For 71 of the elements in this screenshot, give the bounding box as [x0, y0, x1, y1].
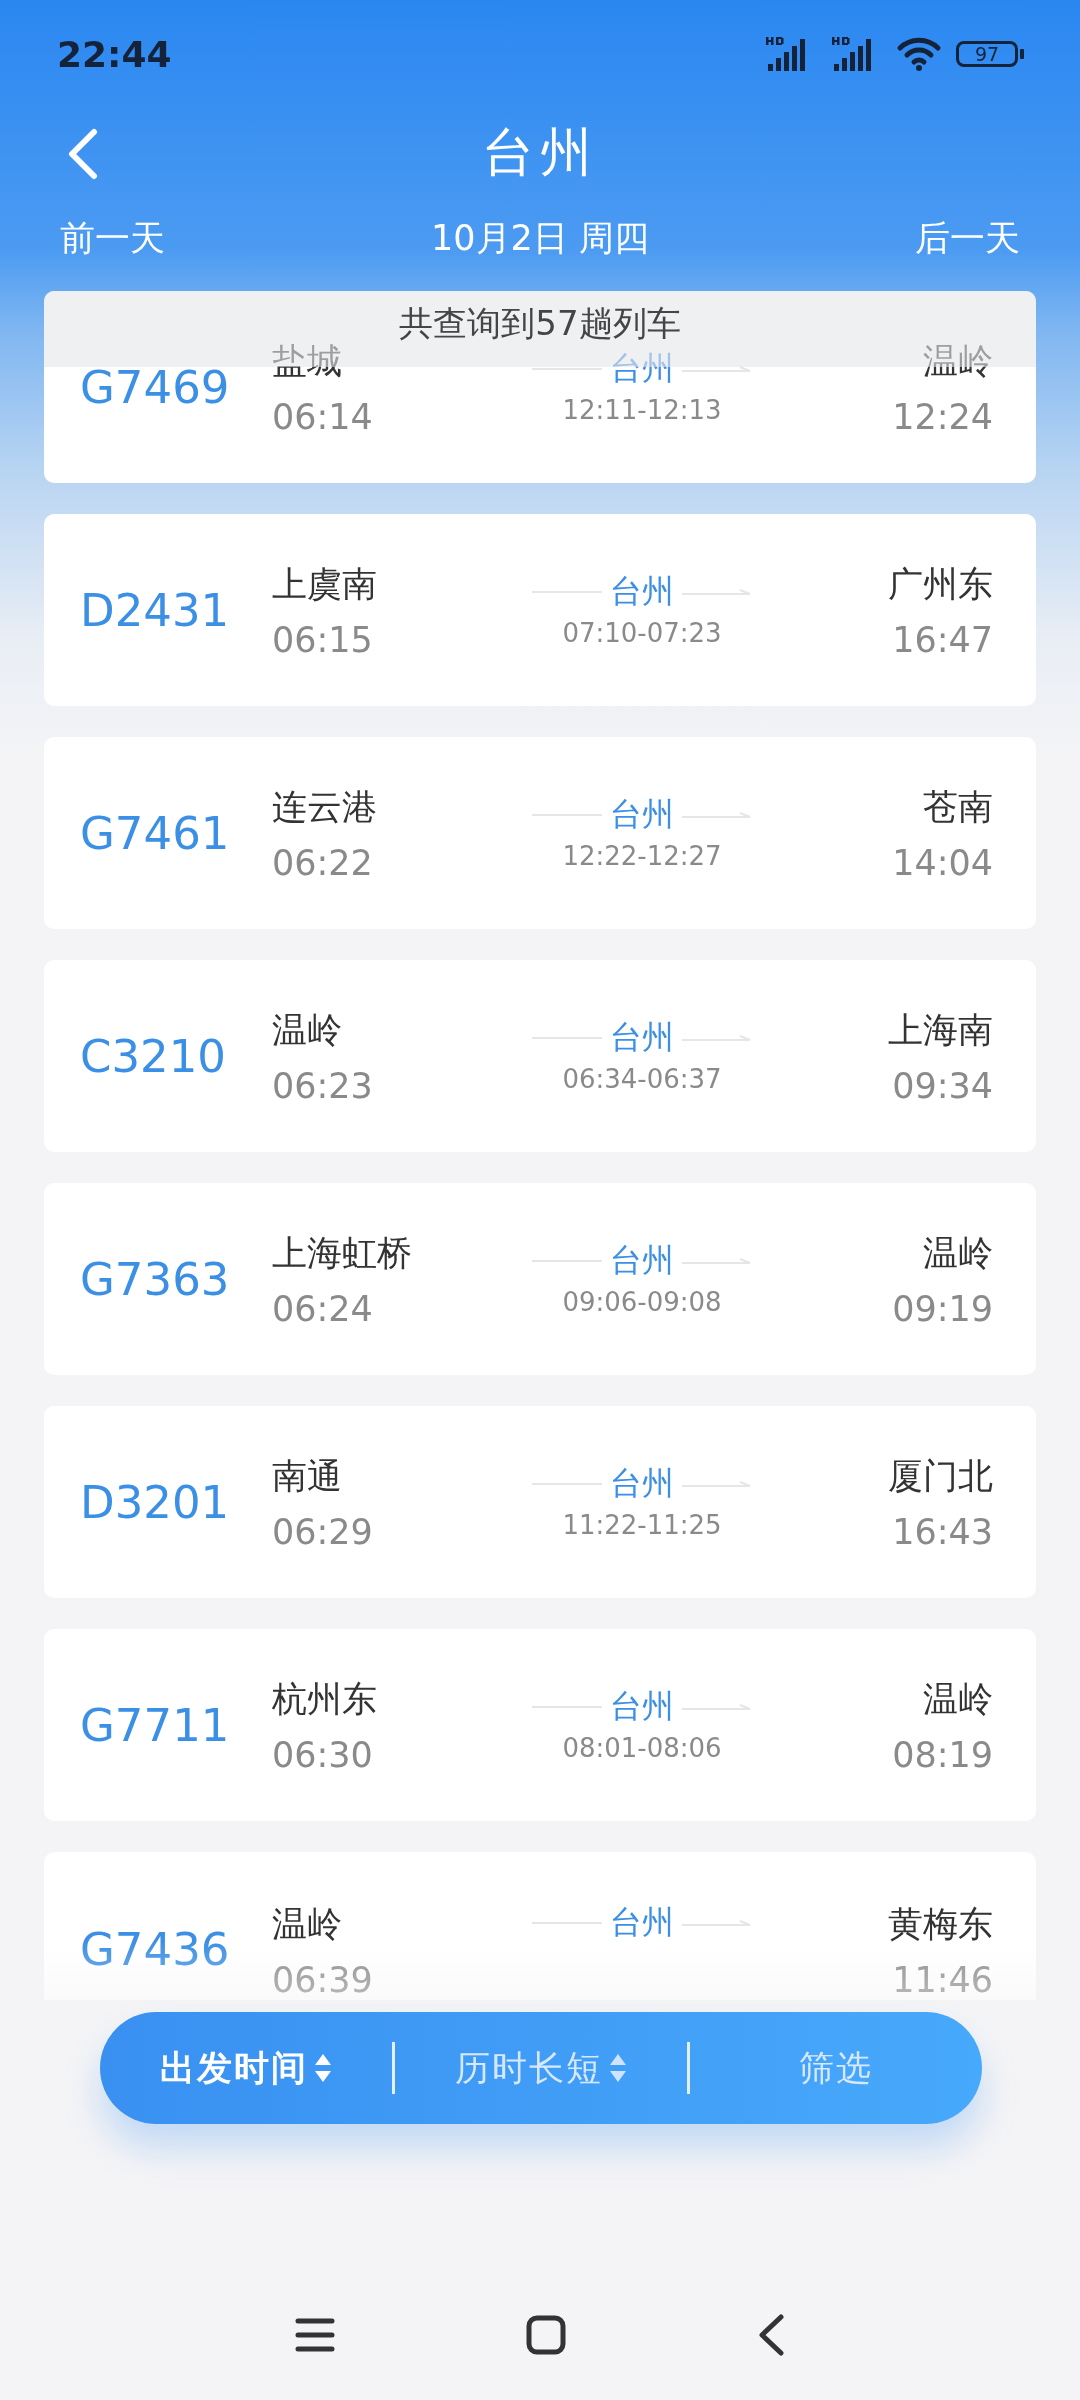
- stop-time: 12:11-12:13: [562, 395, 722, 427]
- origin-station: 温岭: [272, 1903, 343, 1946]
- train-number: G7461: [80, 806, 231, 860]
- destination-station: 苍南: [923, 785, 993, 829]
- arrival-time: 11:46: [892, 1960, 993, 2000]
- train-card[interactable]: C3210 温岭 06:23 台州 06:34-06:37 上海南 09:34: [44, 960, 1036, 1152]
- origin-station: 杭州东: [272, 1677, 378, 1721]
- home-button[interactable]: [526, 2315, 566, 2355]
- arrival-time: 12:24: [892, 396, 993, 437]
- arrival-time: 08:19: [892, 1734, 993, 1775]
- arrival-time: 09:34: [892, 1065, 993, 1106]
- destination-station: 黄梅东: [888, 1903, 993, 1946]
- stop-time: 11:22-11:25: [562, 1510, 722, 1542]
- departure-time: 06:23: [272, 1065, 374, 1106]
- stop-station: 台州: [610, 1686, 674, 1727]
- train-card[interactable]: D2431 上虞南 06:15 台州 07:10-07:23 广州东 16:47: [44, 514, 1036, 706]
- train-card[interactable]: D3201 南通 06:29 台州 11:22-11:25 厦门北 16:43: [44, 1406, 1036, 1598]
- menu-button[interactable]: [295, 2317, 336, 2353]
- train-card[interactable]: G7711 杭州东 06:30 台州 08:01-08:06 温岭 08:19: [44, 1629, 1036, 1821]
- departure-time: 06:24: [272, 1288, 374, 1329]
- stop-time: 08:01-08:06: [562, 1733, 722, 1765]
- train-number: C3210: [80, 1029, 227, 1083]
- departure-time: 06:15: [272, 619, 374, 660]
- train-number: G7363: [80, 1252, 231, 1306]
- stop-station: 台州: [610, 348, 674, 389]
- stop-station: 台州: [610, 1240, 674, 1281]
- arrival-time: 16:47: [892, 619, 993, 660]
- stop-time: 06:34-06:37: [562, 1064, 722, 1096]
- origin-station: 连云港: [272, 785, 378, 829]
- stop-station: 台州: [610, 794, 674, 835]
- train-number: D2431: [80, 583, 231, 637]
- origin-station: 南通: [272, 1454, 343, 1498]
- stop-time: 07:10-07:23: [562, 618, 722, 650]
- destination-station: 上海南: [888, 1008, 993, 1052]
- arrival-time: 16:43: [892, 1511, 993, 1552]
- page-title: 台州: [482, 121, 598, 184]
- departure-time: 06:14: [272, 396, 374, 437]
- destination-station: 温岭: [923, 339, 993, 383]
- menu-icon: [295, 2317, 336, 2353]
- stop-station: 台州: [610, 1017, 674, 1058]
- train-card[interactable]: G7363 上海虹桥 06:24 台州 09:06-09:08 温岭 09:19: [44, 1183, 1036, 1375]
- train-number: G7711: [80, 1698, 231, 1752]
- origin-station: 盐城: [272, 339, 343, 383]
- stop-time: 09:06-09:08: [562, 1287, 722, 1319]
- departure-time: 06:39: [272, 1960, 374, 2000]
- train-number: D3201: [80, 1475, 231, 1529]
- home-icon: [526, 2315, 566, 2355]
- departure-time: 06:22: [272, 842, 374, 883]
- train-number: G7469: [80, 360, 231, 414]
- destination-station: 广州东: [888, 562, 993, 606]
- train-card[interactable]: G7436 温岭 06:39 台州 黄梅东 11:46: [44, 1852, 1036, 2000]
- train-number: G7436: [80, 1923, 231, 1976]
- stop-station: 台州: [610, 1463, 674, 1504]
- clock: 22:44: [57, 33, 172, 75]
- destination-station: 温岭: [923, 1231, 993, 1275]
- arrival-time: 09:19: [892, 1288, 993, 1329]
- departure-time: 06:29: [272, 1511, 374, 1552]
- origin-station: 上虞南: [272, 562, 378, 606]
- back-icon: [756, 2314, 785, 2356]
- departure-time: 06:30: [272, 1734, 374, 1775]
- origin-station: 上海虹桥: [272, 1231, 413, 1275]
- arrival-time: 14:04: [892, 842, 993, 883]
- stop-station: 台州: [610, 571, 674, 612]
- wifi-icon: [896, 36, 942, 72]
- origin-station: 温岭: [272, 1008, 343, 1052]
- stop-station: 台州: [610, 1902, 674, 1943]
- train-card[interactable]: G7461 连云港 06:22 台州 12:22-12:27 苍南 14:04: [44, 737, 1036, 929]
- back-button[interactable]: [756, 2314, 785, 2356]
- destination-station: 厦门北: [888, 1454, 993, 1498]
- stop-time: 12:22-12:27: [562, 841, 722, 873]
- destination-station: 温岭: [923, 1677, 993, 1721]
